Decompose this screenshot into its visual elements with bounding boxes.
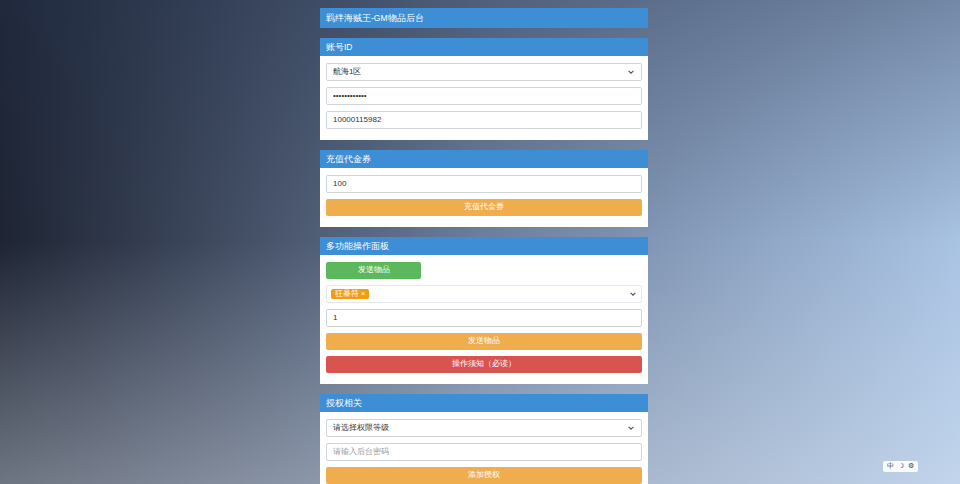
chevron-down-icon (627, 68, 635, 76)
text-input[interactable]: 100 (326, 175, 642, 193)
panel-header: 充值代金券 (320, 150, 648, 168)
item-tag[interactable]: 狂暴符× (331, 289, 369, 300)
multi-select[interactable]: 狂暴符× (326, 285, 642, 303)
select-field[interactable]: 航海1区 (326, 63, 642, 81)
panel-body: 请选择权限等级请输入后台密码添加授权 (320, 412, 648, 484)
action-button[interactable]: 添加授权 (326, 467, 642, 484)
select-field[interactable]: 请选择权限等级 (326, 419, 642, 437)
action-button[interactable]: 充值代金券 (326, 199, 642, 216)
chevron-down-icon (629, 290, 637, 298)
panel-card: 多功能操作面板发送物品狂暴符×1发送物品操作须知（必读） (320, 237, 648, 384)
panel-header: 多功能操作面板 (320, 237, 648, 255)
page: 羁绊海贼王-GM物品后台账号ID 航海1区 •••••••••••• 10000115… (0, 0, 960, 484)
text-input[interactable]: 请输入后台密码 (326, 443, 642, 461)
toolbar-widget: 中 ☽ ⚙ (883, 461, 918, 472)
page-header: 羁绊海贼王-GM物品后台 (320, 8, 648, 28)
text-input[interactable]: 10000115982 (326, 111, 642, 129)
chevron-down-icon (627, 424, 635, 432)
main-column: 羁绊海贼王-GM物品后台账号ID 航海1区 •••••••••••• 10000115… (320, 0, 648, 484)
text-input[interactable]: 1 (326, 309, 642, 327)
panel-body: 航海1区 •••••••••••• 10000115982 (320, 56, 648, 140)
text-input[interactable]: •••••••••••• (326, 87, 642, 105)
action-button[interactable]: 操作须知（必读） (326, 356, 642, 373)
widget-button[interactable]: ☽ (898, 461, 904, 472)
panel-header: 账号ID (320, 38, 648, 56)
panel-body: 100 充值代金券 (320, 168, 648, 227)
widget-button[interactable]: 中 (887, 461, 894, 472)
action-button[interactable]: 发送物品 (326, 262, 421, 279)
panel-card: 授权相关请选择权限等级请输入后台密码添加授权 (320, 394, 648, 484)
action-button[interactable]: 发送物品 (326, 333, 642, 350)
widget-button[interactable]: ⚙ (908, 461, 914, 472)
remove-tag-button[interactable]: × (361, 289, 365, 300)
panel-card: 充值代金券 100 充值代金券 (320, 150, 648, 227)
panel-header: 授权相关 (320, 394, 648, 412)
panel-card: 账号ID 航海1区 •••••••••••• 10000115982 (320, 38, 648, 140)
panel-body: 发送物品狂暴符×1发送物品操作须知（必读） (320, 255, 648, 384)
